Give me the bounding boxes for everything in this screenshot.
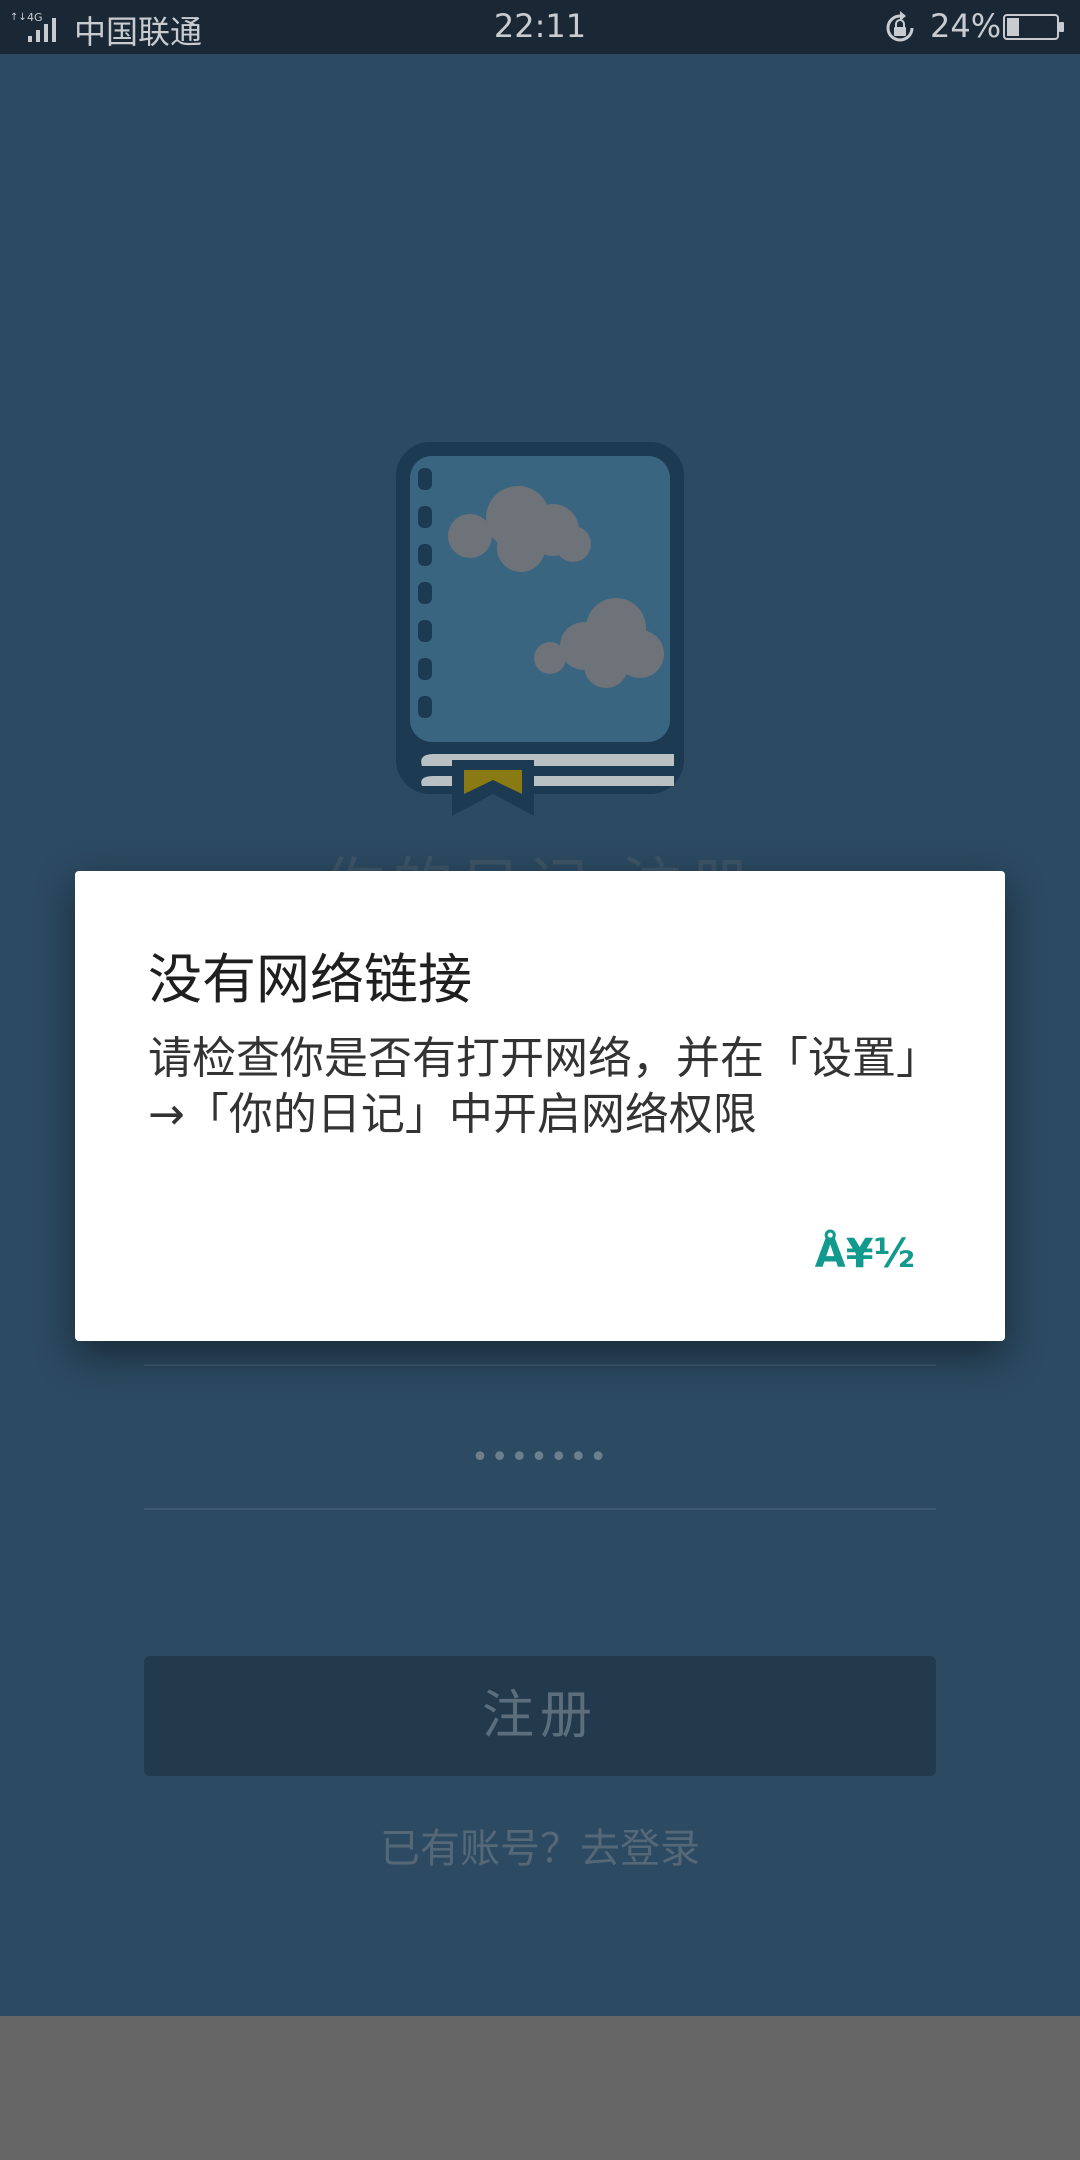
go-login-link[interactable]: 已有账号？去登录 <box>0 1816 1080 1874</box>
battery-fill <box>1007 18 1019 36</box>
battery-icon <box>1003 14 1064 40</box>
password-field-underline <box>144 1508 936 1510</box>
rotate-lock-icon <box>886 11 914 42</box>
password-field[interactable]: ••••••• <box>0 1440 1080 1475</box>
clock: 22:11 <box>493 7 587 45</box>
diary-book-logo <box>396 442 684 816</box>
dialog-message: 请检查你是否有打开网络，并在「设置」→「你的日记」中开启网络权限 <box>148 1033 940 1140</box>
battery-percent: 24% <box>930 7 1002 45</box>
register-button[interactable]: 注册 <box>144 1656 936 1776</box>
no-network-dialog: 没有网络链接 请检查你是否有打开网络，并在「设置」→「你的日记」中开启网络权限 … <box>75 871 1005 1341</box>
status-bar: ↑↓ 4G 中国联通 22:11 24% <box>0 0 1080 54</box>
account-field-underline <box>144 1364 936 1366</box>
bottom-overlay-area <box>0 2016 1080 2160</box>
dialog-title: 没有网络链接 <box>148 948 472 1011</box>
dialog-ok-button[interactable]: Å¥½ <box>815 1231 915 1277</box>
